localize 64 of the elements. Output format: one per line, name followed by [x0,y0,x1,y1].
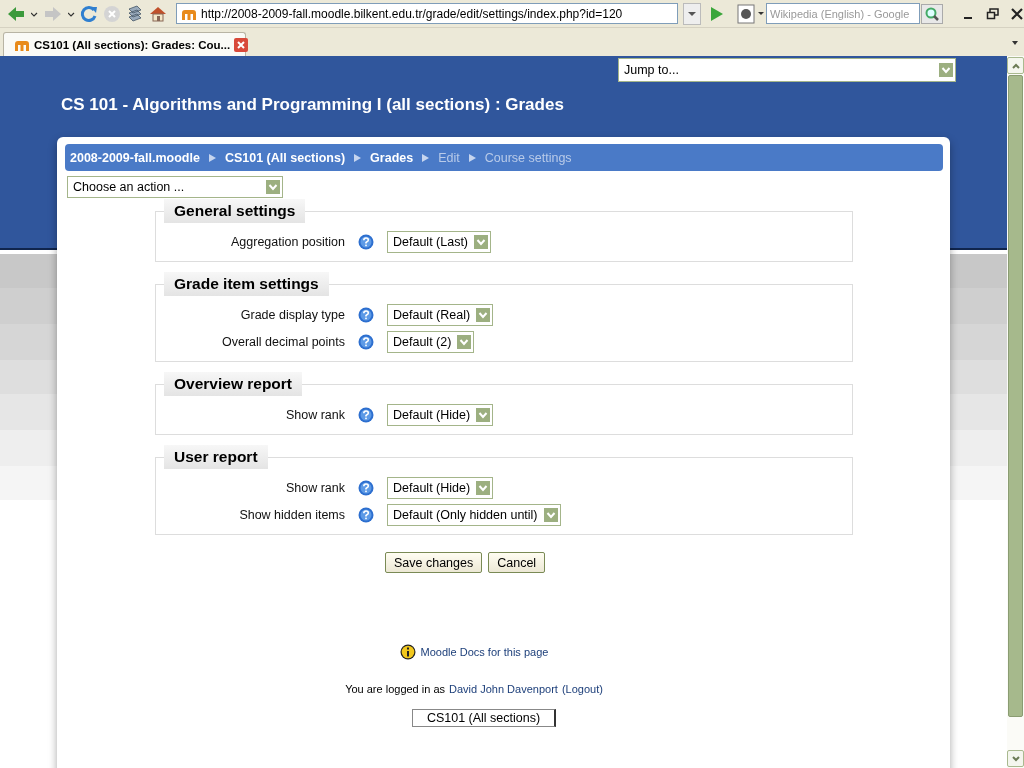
dropdown-field[interactable]: Default (Hide) [387,477,494,499]
search-icon[interactable] [921,3,943,24]
dropdown-field[interactable]: Default (Last) [387,231,492,253]
setting-label: Show rank [284,408,345,422]
dropdown-field[interactable]: Default (Hide) [387,404,494,426]
reload-icon[interactable] [80,4,98,23]
form-button[interactable]: Cancel [488,552,546,573]
separator-arrow-icon [468,153,476,162]
form-button[interactable]: Save changes [385,552,483,573]
setting-label: Show hidden items [238,508,345,522]
breadcrumb-text: Edit [438,150,460,165]
login-text: You are logged in as [345,683,446,695]
breadcrumb-text: Course settings [484,150,572,165]
caret-icon [476,408,491,422]
dropdown-field[interactable]: Default (2) [387,331,475,353]
dropdown-field[interactable]: Default (Only hidden until) [387,504,561,526]
home-icon[interactable] [149,4,167,23]
course-menu[interactable]: CS101 (All sections) [411,709,557,727]
help-icon[interactable] [358,507,374,523]
address-field[interactable]: http://2008-2009-fall.moodle.bilkent.edu.tr/grade/edit/settings/index.php?id=120 [176,3,678,24]
caret-icon [266,180,280,194]
caret-icon [543,508,558,522]
setting-label: Grade display type [239,308,345,322]
section-heading: User report [164,445,268,469]
back-arrow-icon[interactable] [6,4,26,23]
close-icon[interactable] [1010,6,1024,21]
help-icon[interactable] [358,307,374,323]
restore-icon[interactable] [986,6,1000,21]
user-link[interactable]: David John Davenport [449,683,558,695]
section-heading: Overview report [164,372,303,396]
docs-link[interactable]: Moodle Docs for this page [420,646,549,658]
separator-arrow-icon [208,153,216,162]
dropdown-field[interactable]: Default (Real) [387,304,494,326]
breadcrumb-link[interactable]: 2008-2009-fall.moodle [70,150,200,165]
dropdown-field[interactable]: Choose an action ... [67,176,283,198]
help-icon[interactable] [358,407,374,423]
setting-label: Show rank [284,481,345,495]
search-field[interactable]: Wikipedia (English) - Google [766,3,920,24]
dropdown-caret-icon[interactable] [683,2,701,25]
section-heading: Grade item settings [164,272,329,296]
search-engine-icon[interactable] [737,3,765,24]
scroll-down-icon[interactable] [1010,753,1021,764]
scrollbar[interactable] [1007,56,1024,768]
caret-icon [476,481,491,495]
help-icon[interactable] [358,334,374,350]
section-heading: General settings [164,199,306,223]
caret-icon [457,335,472,349]
help-icon[interactable] [358,480,374,496]
info-icon [399,644,416,660]
caret-icon [939,63,953,77]
page-title: CS 101 - Algorithms and Programming I (all sections) : Grades [61,95,565,115]
setting-label: Aggregation position [230,235,345,249]
dropdown-field[interactable]: Jump to... [618,58,956,82]
separator-arrow-icon [354,153,362,162]
page-stack-icon[interactable] [126,4,144,23]
help-icon[interactable] [358,234,374,250]
browser-tab[interactable]: CS101 (All sections): Grades: Cou... [3,32,246,56]
caret-icon [474,235,489,249]
breadcrumb-link[interactable]: CS101 (All sections) [224,150,346,165]
separator-arrow-icon [422,153,430,162]
breadcrumb-link[interactable]: Grades [370,150,414,165]
caret-icon [476,308,491,322]
setting-label: Overall decimal points [221,335,345,349]
logout-link[interactable]: (Logout) [561,683,603,695]
